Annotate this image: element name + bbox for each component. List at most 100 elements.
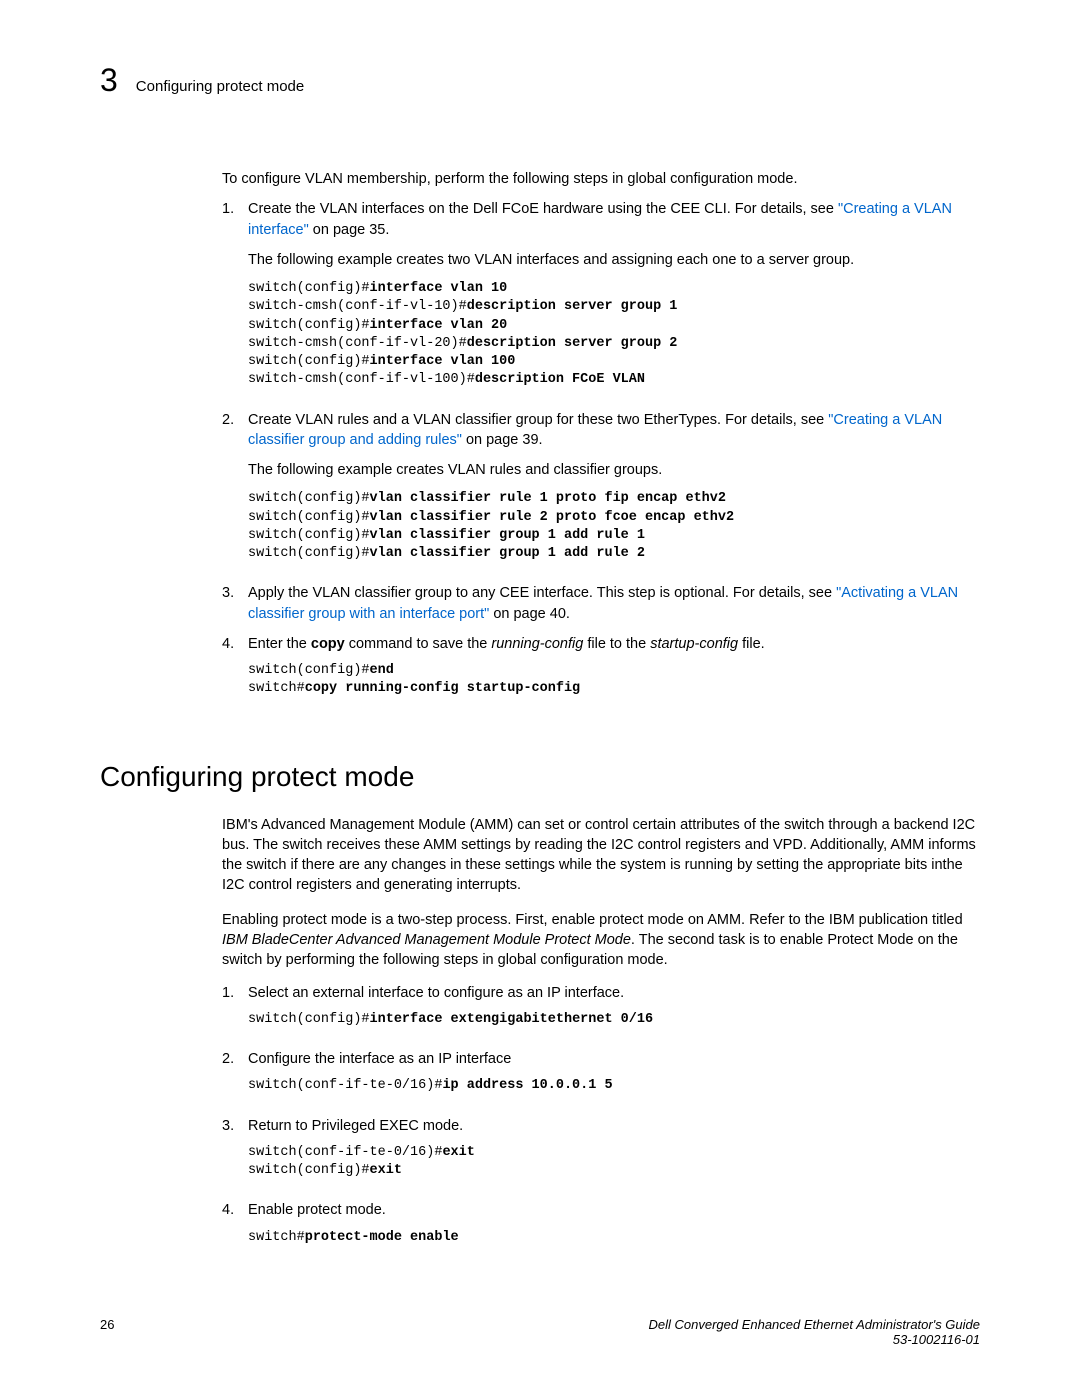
code-block: switch(config)#vlan classifier rule 1 pr…	[248, 490, 980, 563]
section-heading: Configuring protect mode	[100, 761, 980, 793]
step-sub: The following example creates two VLAN i…	[248, 250, 980, 270]
step-2: 2. Create VLAN rules and a VLAN classifi…	[222, 410, 980, 578]
step-number: 1.	[222, 199, 248, 403]
step-text: Select an external interface to configur…	[248, 985, 624, 1001]
step-body: Configure the interface as an IP interfa…	[248, 1049, 980, 1110]
command: vlan classifier rule 2 proto fcoe encap …	[370, 510, 735, 525]
filename: startup-config	[650, 636, 738, 652]
command: protect-mode enable	[305, 1230, 459, 1245]
text: Enabling protect mode is a two-step proc…	[222, 912, 963, 928]
command: vlan classifier rule 1 proto fip encap e…	[370, 491, 726, 506]
step-number: 2.	[222, 410, 248, 578]
command: copy running-config startup-config	[305, 681, 580, 696]
prompt: switch(config)#	[248, 1012, 370, 1027]
code-block: switch(conf-if-te-0/16)#ip address 10.0.…	[248, 1077, 980, 1095]
step-text: Create VLAN rules and a VLAN classifier …	[248, 412, 828, 428]
step-body: Enter the copy command to save the runni…	[248, 634, 980, 713]
prompt: switch(config)#	[248, 528, 370, 543]
code-block: switch(config)#interface vlan 10 switch-…	[248, 280, 980, 389]
chapter-number: 3	[100, 62, 118, 99]
prompt: switch(config)#	[248, 546, 370, 561]
step-number: 1.	[222, 983, 248, 1044]
step-body: Create VLAN rules and a VLAN classifier …	[248, 410, 980, 578]
sec2-step-2: 2. Configure the interface as an IP inte…	[222, 1049, 980, 1110]
section-paragraph: Enabling protect mode is a two-step proc…	[222, 910, 980, 971]
prompt: switch(config)#	[248, 663, 370, 678]
step-3: 3. Apply the VLAN classifier group to an…	[222, 583, 980, 624]
command: end	[370, 663, 394, 678]
section-content: IBM's Advanced Management Module (AMM) c…	[222, 815, 980, 1261]
command: interface extengigabitethernet 0/16	[370, 1012, 654, 1027]
intro-paragraph: To configure VLAN membership, perform th…	[222, 169, 980, 189]
prompt: switch-cmsh(conf-if-vl-10)#	[248, 299, 467, 314]
code-block: switch(conf-if-te-0/16)#exit switch(conf…	[248, 1144, 980, 1180]
command: interface vlan 100	[370, 354, 516, 369]
command: description server group 1	[467, 299, 678, 314]
step-text: Create the VLAN interfaces on the Dell F…	[248, 201, 838, 217]
step-text-after: on page 35.	[309, 222, 390, 238]
section-paragraph: IBM's Advanced Management Module (AMM) c…	[222, 815, 980, 896]
prompt: switch(conf-if-te-0/16)#	[248, 1078, 442, 1093]
main-content: To configure VLAN membership, perform th…	[222, 169, 980, 713]
code-block: switch(config)#end switch#copy running-c…	[248, 662, 980, 698]
publication-title: IBM BladeCenter Advanced Management Modu…	[222, 932, 631, 948]
prompt: switch(config)#	[248, 1163, 370, 1178]
command: description server group 2	[467, 336, 678, 351]
step-text: file to the	[583, 636, 650, 652]
step-number: 2.	[222, 1049, 248, 1110]
step-body: Create the VLAN interfaces on the Dell F…	[248, 199, 980, 403]
step-number: 3.	[222, 583, 248, 624]
code-block: switch(config)#interface extengigabiteth…	[248, 1011, 980, 1029]
step-number: 3.	[222, 1116, 248, 1195]
command: exit	[442, 1145, 474, 1160]
prompt: switch#	[248, 681, 305, 696]
prompt: switch(config)#	[248, 318, 370, 333]
step-text: Enable protect mode.	[248, 1202, 386, 1218]
step-text: Configure the interface as an IP interfa…	[248, 1051, 511, 1067]
page-number: 26	[100, 1317, 114, 1347]
step-number: 4.	[222, 634, 248, 713]
step-4: 4. Enter the copy command to save the ru…	[222, 634, 980, 713]
step-1: 1. Create the VLAN interfaces on the Del…	[222, 199, 980, 403]
step-number: 4.	[222, 1200, 248, 1261]
command: description FCoE VLAN	[475, 372, 645, 387]
step-text: command to save the	[345, 636, 492, 652]
step-text: file.	[738, 636, 765, 652]
command: ip address 10.0.0.1 5	[442, 1078, 612, 1093]
filename: running-config	[491, 636, 583, 652]
doc-title: Dell Converged Enhanced Ethernet Adminis…	[648, 1317, 980, 1332]
step-body: Enable protect mode. switch#protect-mode…	[248, 1200, 980, 1261]
step-text: Enter the	[248, 636, 311, 652]
footer-right: Dell Converged Enhanced Ethernet Adminis…	[648, 1317, 980, 1347]
prompt: switch(conf-if-te-0/16)#	[248, 1145, 442, 1160]
step-body: Return to Privileged EXEC mode. switch(c…	[248, 1116, 980, 1195]
prompt: switch(config)#	[248, 510, 370, 525]
step-text-after: on page 39.	[462, 432, 543, 448]
prompt: switch(config)#	[248, 491, 370, 506]
command: exit	[370, 1163, 402, 1178]
prompt: switch(config)#	[248, 281, 370, 296]
step-sub: The following example creates VLAN rules…	[248, 460, 980, 480]
sec2-step-4: 4. Enable protect mode. switch#protect-m…	[222, 1200, 980, 1261]
sec2-step-3: 3. Return to Privileged EXEC mode. switc…	[222, 1116, 980, 1195]
command: interface vlan 10	[370, 281, 508, 296]
step-text-after: on page 40.	[489, 606, 570, 622]
step-text: Return to Privileged EXEC mode.	[248, 1118, 463, 1134]
header-title: Configuring protect mode	[136, 78, 304, 95]
step-text: Apply the VLAN classifier group to any C…	[248, 585, 836, 601]
command: vlan classifier group 1 add rule 1	[370, 528, 645, 543]
page-header: 3 Configuring protect mode	[100, 62, 980, 99]
code-block: switch#protect-mode enable	[248, 1229, 980, 1247]
sec2-step-1: 1. Select an external interface to confi…	[222, 983, 980, 1044]
step-body: Select an external interface to configur…	[248, 983, 980, 1044]
page-footer: 26 Dell Converged Enhanced Ethernet Admi…	[100, 1317, 980, 1347]
step-body: Apply the VLAN classifier group to any C…	[248, 583, 980, 624]
command: vlan classifier group 1 add rule 2	[370, 546, 645, 561]
prompt: switch-cmsh(conf-if-vl-20)#	[248, 336, 467, 351]
prompt: switch(config)#	[248, 354, 370, 369]
command: interface vlan 20	[370, 318, 508, 333]
doc-id: 53-1002116-01	[648, 1332, 980, 1347]
prompt: switch#	[248, 1230, 305, 1245]
command-name: copy	[311, 636, 345, 652]
prompt: switch-cmsh(conf-if-vl-100)#	[248, 372, 475, 387]
